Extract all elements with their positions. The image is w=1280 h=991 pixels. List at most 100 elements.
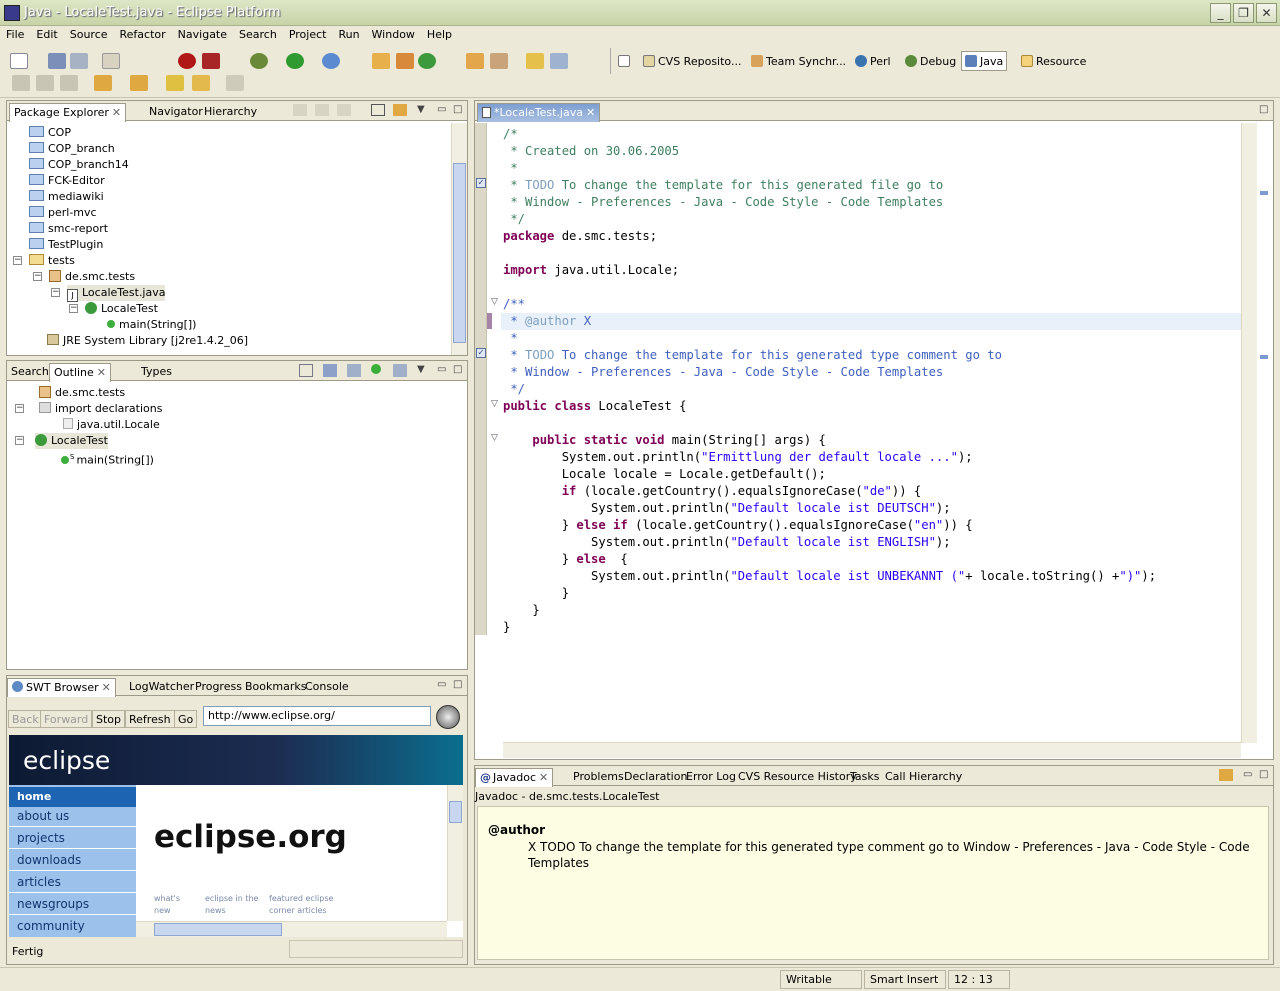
perspective-resource[interactable]: Resource [1018, 51, 1089, 71]
menu-refactor[interactable]: Refactor [114, 26, 172, 41]
code-line[interactable]: } else if (locale.getCountry().equalsIgn… [503, 517, 973, 534]
collapse-toggle[interactable]: − [51, 288, 60, 297]
maximize-view-icon[interactable]: □ [453, 364, 462, 375]
perspective-team[interactable]: Team Synchr... [748, 51, 849, 71]
caption-articles[interactable]: featured eclipse corner articles [269, 893, 349, 917]
forward-button[interactable]: Forward [40, 710, 93, 728]
tree-item-testplugin[interactable]: TestPlugin [29, 237, 103, 253]
code-line[interactable]: } [503, 585, 569, 602]
nav-projects[interactable]: projects [9, 829, 136, 849]
code-line[interactable]: System.out.println("Default locale ist D… [503, 500, 951, 517]
code-line[interactable]: * [503, 160, 517, 177]
tree-item-cop-branch[interactable]: COP_branch [29, 141, 115, 157]
code-line[interactable]: * Window - Preferences - Java - Code Sty… [503, 194, 943, 211]
code-line[interactable]: public class LocaleTest { [503, 398, 686, 415]
new-class-icon[interactable] [396, 53, 414, 69]
fold-toggle-icon[interactable]: ▽ [491, 297, 498, 307]
task-marker-icon[interactable]: ✓ [476, 178, 486, 188]
tree-item-mediawiki[interactable]: mediawiki [29, 189, 104, 205]
close-icon[interactable]: ✕ [586, 106, 595, 119]
overview-task-marker[interactable] [1260, 191, 1268, 195]
menu-search[interactable]: Search [233, 26, 283, 41]
minimize-view-icon[interactable]: ▭ [1243, 769, 1252, 780]
run-icon[interactable] [286, 53, 304, 69]
tab-hierarchy[interactable]: Hierarchy [200, 103, 261, 121]
collapse-toggle[interactable]: − [69, 304, 78, 313]
task-marker-icon[interactable]: ✓ [476, 348, 486, 358]
collapse-all-icon[interactable] [371, 104, 385, 116]
fold-toggle-icon[interactable]: ▽ [491, 399, 498, 409]
outline-imports[interactable]: import declarations [39, 401, 162, 417]
tree-item-localetest-class[interactable]: LocaleTest [85, 301, 158, 317]
collapse-toggle[interactable]: − [15, 404, 24, 413]
minimize-view-icon[interactable]: ▭ [437, 364, 446, 375]
svn-icon[interactable] [202, 53, 220, 69]
print-icon[interactable] [70, 53, 88, 69]
close-icon[interactable]: ✕ [97, 366, 106, 379]
maximize-view-icon[interactable]: □ [1259, 104, 1268, 115]
package-explorer-scrollbar[interactable] [451, 123, 467, 355]
tree-item-cop[interactable]: COP [29, 125, 71, 141]
collapse-toggle[interactable]: − [33, 272, 42, 281]
perspective-java[interactable]: Java [961, 51, 1008, 71]
nav-newsgroups[interactable]: newsgroups [9, 895, 136, 915]
minimize-button[interactable]: _ [1210, 3, 1231, 23]
new-java-class-icon[interactable] [418, 53, 436, 69]
code-line[interactable]: } [503, 602, 539, 619]
maximize-view-icon[interactable]: □ [453, 679, 462, 690]
code-line[interactable]: */ [503, 381, 525, 398]
tab-console[interactable]: Console [301, 678, 353, 696]
code-line[interactable]: System.out.println("Ermittlung der defau… [503, 449, 973, 466]
tree-item-perl-mvc[interactable]: perl-mvc [29, 205, 97, 221]
perspective-debug[interactable]: Debug [902, 51, 959, 71]
nav-community[interactable]: community [9, 917, 136, 937]
tab-progress[interactable]: Progress [191, 678, 246, 696]
perspective-perl[interactable]: Perl [852, 51, 894, 71]
search-icon[interactable] [490, 53, 508, 69]
maximize-button[interactable]: ❐ [1233, 3, 1254, 23]
maximize-view-icon[interactable]: □ [1259, 769, 1268, 780]
hide-fields-icon[interactable] [323, 364, 337, 377]
tree-item-cop-branch14[interactable]: COP_branch14 [29, 157, 129, 173]
tab-search[interactable]: Search [7, 363, 53, 381]
collapse-toggle[interactable]: − [15, 436, 24, 445]
nav-downloads[interactable]: downloads [9, 851, 136, 871]
perspective-cvs[interactable]: CVS Reposito... [640, 51, 744, 71]
view-menu-icon[interactable]: ▼ [417, 104, 425, 115]
code-line[interactable]: * [503, 330, 517, 347]
menu-edit[interactable]: Edit [30, 26, 63, 41]
code-line[interactable]: * Created on 30.06.2005 [503, 143, 679, 160]
menu-file[interactable]: File [0, 26, 30, 41]
scroll-thumb[interactable] [154, 923, 282, 936]
code-line[interactable]: import java.util.Locale; [503, 262, 679, 279]
caption-whats-new[interactable]: what's new [154, 893, 194, 917]
new-icon[interactable] [10, 53, 28, 69]
nav-about[interactable]: about us [9, 807, 136, 827]
code-line[interactable]: */ [503, 211, 525, 228]
close-icon[interactable]: ✕ [539, 771, 548, 784]
close-icon[interactable]: ✕ [102, 681, 111, 694]
code-line[interactable]: } else { [503, 551, 628, 568]
close-icon[interactable]: ✕ [112, 106, 121, 119]
code-line[interactable]: * TODO To change the template for this g… [503, 347, 1002, 364]
external-tools-icon[interactable] [322, 53, 340, 69]
previous-icon[interactable] [130, 75, 148, 91]
menu-run[interactable]: Run [332, 26, 365, 41]
menu-help[interactable]: Help [421, 26, 458, 41]
hide-local-types-icon[interactable] [393, 364, 407, 377]
menu-navigate[interactable]: Navigate [172, 26, 233, 41]
tree-item-localetest-java[interactable]: J LocaleTest.java [67, 285, 166, 302]
back-arrow-icon[interactable] [192, 75, 210, 91]
code-line[interactable]: Locale locale = Locale.getDefault(); [503, 466, 826, 483]
editor-vscroll[interactable] [1241, 123, 1257, 743]
prev-annotation-icon[interactable] [36, 75, 54, 91]
tab-call-hierarchy[interactable]: Call Hierarchy [881, 768, 966, 786]
tree-item-package[interactable]: de.smc.tests [49, 269, 135, 285]
next-annotation-icon[interactable] [12, 75, 30, 91]
go-button[interactable]: Go [174, 710, 198, 728]
outline-main-method[interactable]: Smain(String[]) [61, 449, 154, 467]
binary-icon[interactable] [102, 53, 120, 69]
menu-window[interactable]: Window [366, 26, 421, 41]
fast-view-icon[interactable] [0, 970, 16, 989]
go-to-source-icon[interactable] [1219, 769, 1233, 781]
